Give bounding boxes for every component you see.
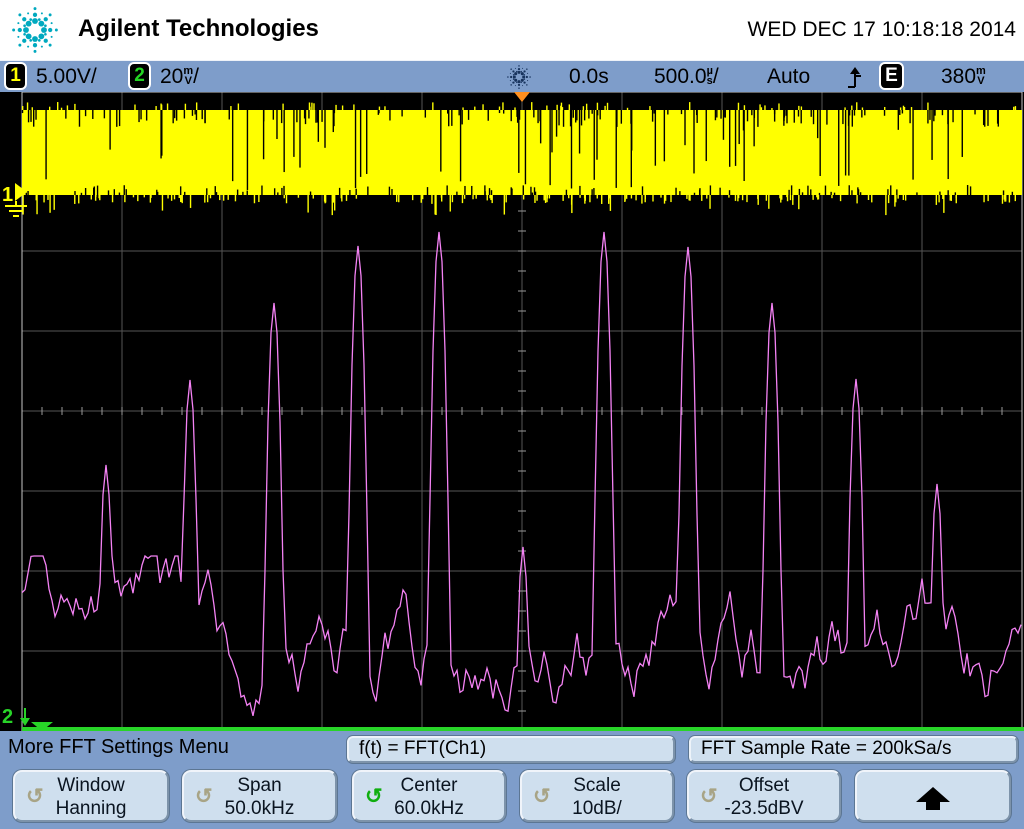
- knob-icon: ↺: [533, 784, 551, 809]
- trigger-level-unit: mV: [976, 66, 986, 86]
- softkey-span[interactable]: ↺ Span 50.0kHz: [182, 770, 337, 822]
- status-bar: 1 5.00V/ 2 20mV/ 0.0s 500.0µs/ Auto E 38…: [0, 60, 1024, 92]
- channel2-scale-unit: mV: [183, 66, 193, 86]
- channel2-scale-value: 20: [160, 65, 183, 88]
- knob-icon: ↺: [26, 784, 44, 809]
- svg-text:2: 2: [2, 706, 13, 728]
- softkey-center[interactable]: ↺ Center 60.0kHz: [352, 770, 506, 822]
- channel2-scale: 20mV/: [160, 65, 199, 89]
- timebase-readout: 500.0µs/: [654, 65, 719, 89]
- knob-icon: ↺: [195, 784, 213, 809]
- brand-title: Agilent Technologies: [78, 15, 319, 43]
- menu-title: More FFT Settings Menu: [8, 736, 229, 759]
- trigger-level-readout: 380mV: [941, 65, 986, 89]
- oscilloscope-screen: Agilent Technologies WED DEC 17 10:18:18…: [0, 0, 1024, 829]
- acquisition-spark-icon: [505, 63, 533, 91]
- agilent-spark-icon: [8, 3, 62, 57]
- edge-trigger-icon: [846, 66, 863, 89]
- trigger-source-badge: E: [879, 62, 904, 90]
- fft-function-readout: f(t) = FFT(Ch1): [347, 736, 675, 763]
- channel1-badge: 1: [4, 62, 27, 90]
- trigger-mode-label: Auto: [767, 65, 810, 89]
- softkey-back[interactable]: [855, 770, 1011, 822]
- header: Agilent Technologies WED DEC 17 10:18:18…: [0, 0, 1024, 60]
- delay-readout: 0.0s: [569, 65, 609, 89]
- datetime-label: WED DEC 17 10:18:18 2014: [748, 18, 1017, 42]
- channel1-scale: 5.00V/: [36, 65, 97, 89]
- scope-display: 12: [0, 92, 1024, 731]
- softkey-offset[interactable]: ↺ Offset -23.5dBV: [687, 770, 841, 822]
- softkey-panel: More FFT Settings Menu f(t) = FFT(Ch1) F…: [0, 731, 1024, 829]
- svg-text:1: 1: [2, 184, 13, 206]
- softkey-scale[interactable]: ↺ Scale 10dB/: [520, 770, 674, 822]
- softkey-window[interactable]: ↺ Window Hanning: [13, 770, 169, 822]
- back-arrow-icon: [913, 785, 953, 811]
- channel2-badge: 2: [128, 62, 151, 90]
- knob-icon-active: ↺: [365, 784, 383, 809]
- knob-icon: ↺: [700, 784, 718, 809]
- fft-sample-rate-readout: FFT Sample Rate = 200kSa/s: [689, 736, 1018, 763]
